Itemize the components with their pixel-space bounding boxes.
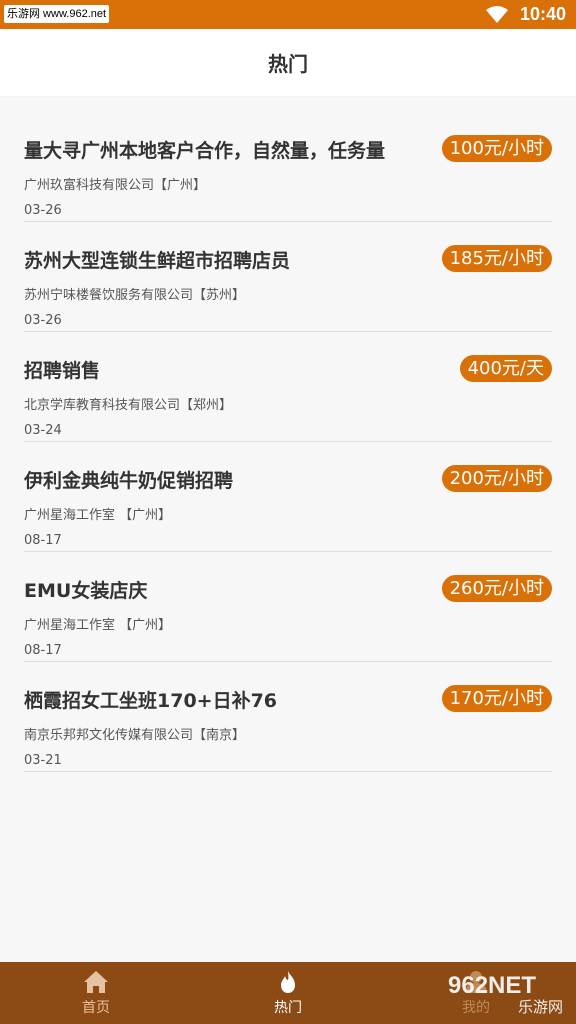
tab-home[interactable]: 首页 [36, 962, 156, 1024]
job-company: 南京乐邦邦文化传媒有限公司【南京】 [24, 728, 246, 743]
salary-badge: 200元/小时 [441, 465, 552, 492]
job-date: 03-26 [24, 203, 62, 218]
job-item[interactable]: 招聘销售 400元/天 北京学库教育科技有限公司【郑州】 03-24 [24, 332, 552, 442]
job-item[interactable]: 苏州大型连锁生鲜超市招聘店员 185元/小时 苏州宁味楼餐饮服务有限公司【苏州】… [24, 222, 552, 332]
salary-badge: 260元/小时 [441, 575, 552, 602]
home-icon [84, 970, 108, 993]
status-bar: 乐游网 www.962.net 10:40 [0, 0, 576, 29]
tab-hot-label: 热门 [274, 999, 302, 1016]
job-date: 03-24 [24, 423, 62, 438]
job-item[interactable]: 栖霞招女工坐班170+日补76 170元/小时 南京乐邦邦文化传媒有限公司【南京… [24, 662, 552, 772]
watermark-text: 乐游网 [518, 998, 564, 1016]
clock: 10:40 [519, 4, 566, 24]
job-company: 广州星海工作室 【广州】 [24, 618, 172, 633]
wifi-icon [485, 5, 508, 23]
job-title: EMU女装店庆 [24, 580, 148, 602]
job-date: 08-17 [24, 643, 62, 658]
site-watermark-badge: 乐游网 www.962.net [4, 5, 110, 23]
salary-badge: 170元/小时 [441, 685, 552, 712]
watermark-logo: 962NET 乐游网 [440, 968, 570, 1020]
job-date: 03-26 [24, 313, 62, 328]
app-header: 热门 [0, 29, 576, 96]
job-company: 苏州宁味楼餐饮服务有限公司【苏州】 [24, 288, 246, 303]
job-title: 苏州大型连锁生鲜超市招聘店员 [24, 250, 291, 272]
job-title: 栖霞招女工坐班170+日补76 [24, 690, 278, 712]
job-date: 03-21 [24, 753, 62, 768]
job-company: 广州玖富科技有限公司【广州】 [24, 178, 207, 193]
tab-home-label: 首页 [82, 999, 110, 1016]
job-company: 北京学库教育科技有限公司【郑州】 [24, 398, 233, 413]
job-item[interactable]: 伊利金典纯牛奶促销招聘 200元/小时 广州星海工作室 【广州】 08-17 [24, 442, 552, 552]
salary-badge: 100元/小时 [441, 135, 552, 162]
page-title: 热门 [268, 52, 308, 76]
job-item[interactable]: EMU女装店庆 260元/小时 广州星海工作室 【广州】 08-17 [24, 552, 552, 662]
flame-icon [281, 970, 295, 993]
status-icons: 10:40 [485, 2, 566, 27]
job-title: 伊利金典纯牛奶促销招聘 [24, 470, 234, 492]
job-date: 08-17 [24, 533, 62, 548]
job-list: 量大寻广州本地客户合作，自然量，任务量 100元/小时 广州玖富科技有限公司【广… [24, 112, 552, 772]
job-item[interactable]: 量大寻广州本地客户合作，自然量，任务量 100元/小时 广州玖富科技有限公司【广… [24, 112, 552, 222]
job-company: 广州星海工作室 【广州】 [24, 508, 172, 523]
salary-badge: 185元/小时 [441, 245, 552, 272]
salary-badge: 400元/天 [459, 355, 552, 382]
tab-hot[interactable]: 热门 [228, 962, 348, 1024]
job-title: 量大寻广州本地客户合作，自然量，任务量 [24, 140, 386, 162]
job-title: 招聘销售 [24, 360, 101, 382]
